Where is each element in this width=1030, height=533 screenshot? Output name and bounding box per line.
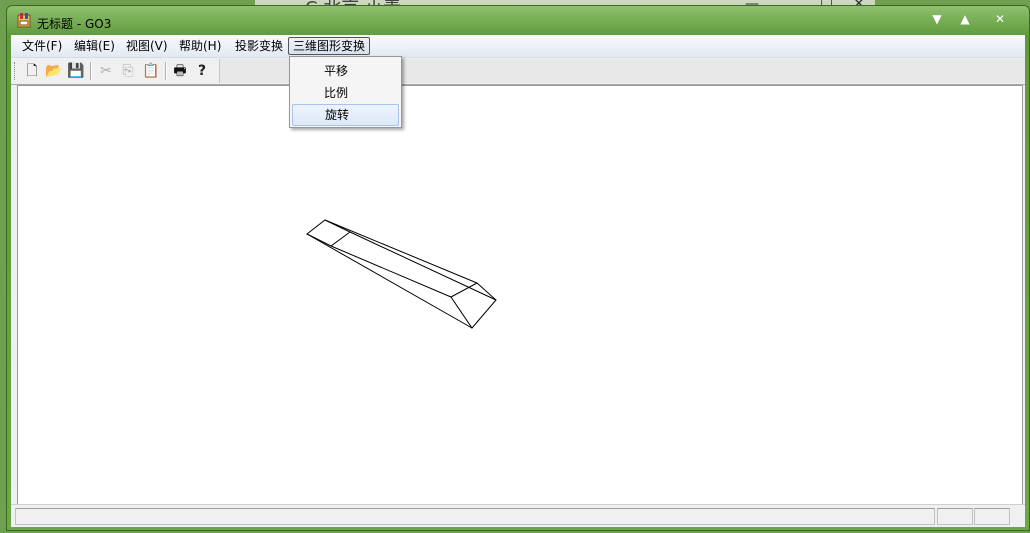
app-window: 无标题 - GO3 ▼ ▲ ✕ 文件(F) 编辑(E) 视图(V) 帮助(H) … <box>6 5 1030 531</box>
menu-item-scale[interactable]: 比例 <box>292 82 399 104</box>
resize-grip-icon[interactable] <box>1011 508 1021 523</box>
status-pane-num <box>974 508 1010 525</box>
client-area: 文件(F) 编辑(E) 视图(V) 帮助(H) 投影变换 三维图形变换 🗋 📂 … <box>11 35 1025 527</box>
wireframe-edge <box>349 231 497 301</box>
title-bar[interactable]: 无标题 - GO3 ▼ ▲ ✕ <box>7 6 1029 36</box>
wireframe-face-left <box>306 219 351 247</box>
menu-item-rotate[interactable]: 旋转 <box>292 104 399 126</box>
open-folder-icon[interactable]: 📂 <box>45 62 63 80</box>
maximize-button[interactable]: ▲ <box>952 9 978 29</box>
menu-item-translate[interactable]: 平移 <box>292 60 399 82</box>
toolbar-separator <box>90 62 92 80</box>
copy-icon[interactable]: ⎘ <box>119 62 137 80</box>
menu-file[interactable]: 文件(F) <box>18 37 66 55</box>
cut-icon[interactable]: ✂ <box>97 62 115 80</box>
menu-3d-transform[interactable]: 三维图形变换 <box>288 37 371 55</box>
menu-view[interactable]: 视图(V) <box>122 37 172 55</box>
wireframe-edge <box>324 219 478 284</box>
menu-help[interactable]: 帮助(H) <box>175 37 225 55</box>
menu-edit[interactable]: 编辑(E) <box>70 37 119 55</box>
app-icon[interactable] <box>16 12 32 28</box>
menu-bar: 文件(F) 编辑(E) 视图(V) 帮助(H) 投影变换 三维图形变换 <box>11 35 1025 58</box>
toolbar: 🗋 📂 💾 ✂ ⎘ 📋 🖶 ? <box>11 58 1025 85</box>
paste-icon[interactable]: 📋 <box>142 62 160 80</box>
drawing-canvas[interactable] <box>17 85 1023 507</box>
menu-projection[interactable]: 投影变换 <box>231 37 287 55</box>
status-pane-main <box>15 508 935 525</box>
menu-3d-transform-dropdown: 平移 比例 旋转 <box>289 56 402 128</box>
minimize-button[interactable]: ▼ <box>924 9 950 29</box>
wireframe-edge <box>306 233 473 329</box>
3d-box-wireframe <box>306 219 497 329</box>
wireframe-edge <box>330 245 452 298</box>
status-bar <box>11 504 1025 527</box>
close-button[interactable]: ✕ <box>987 9 1013 29</box>
new-file-icon[interactable]: 🗋 <box>23 62 41 80</box>
window-title: 无标题 - GO3 <box>37 17 112 31</box>
help-icon[interactable]: ? <box>193 62 211 80</box>
toolbar-separator <box>165 62 167 80</box>
toolbar-grip[interactable] <box>14 62 18 80</box>
print-icon[interactable]: 🖶 <box>171 62 189 80</box>
status-pane-caps <box>937 508 973 525</box>
save-disk-icon[interactable]: 💾 <box>67 62 85 80</box>
